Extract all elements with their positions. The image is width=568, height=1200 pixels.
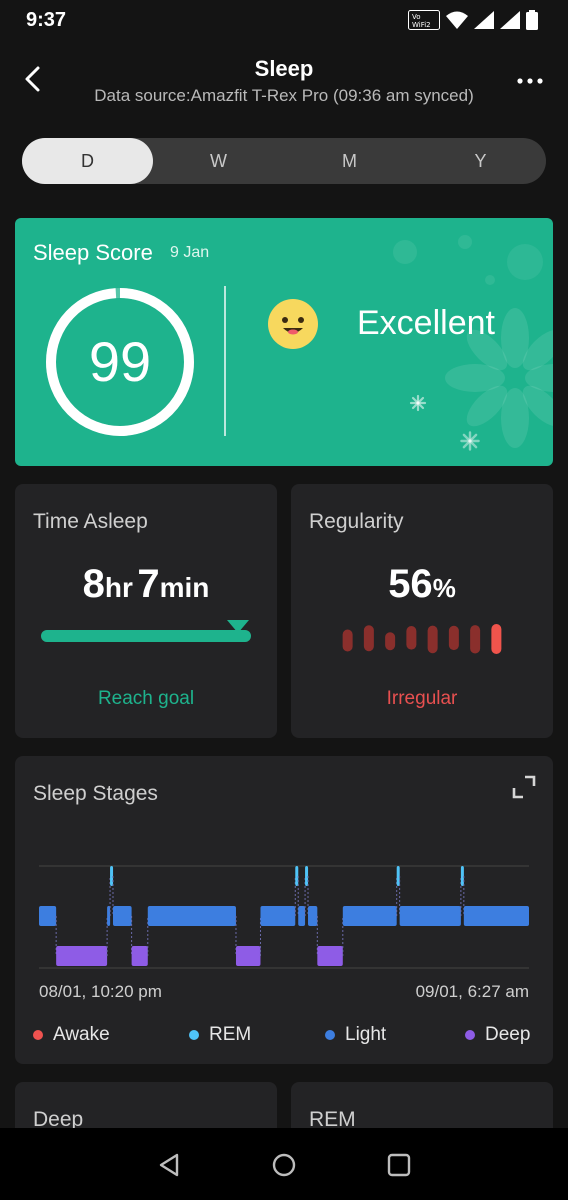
expand-icon[interactable] [511,774,537,800]
start-time-label: 08/01, 10:20 pm [39,982,162,1001]
sleep-score-title: Sleep Score [33,240,153,265]
stage-segment-deep [56,946,108,966]
regularity-number: 56 [388,562,433,606]
regularity-bar [385,632,396,651]
end-time-label: 09/01, 6:27 am [415,982,529,1001]
legend-label-light: Light [345,1024,387,1045]
regularity-bar [470,625,481,654]
nav-recents-icon[interactable] [386,1152,412,1178]
status-icons: Vo WiFi2 [408,10,538,30]
hours-value: 8 [82,562,105,606]
decorative-sparkle-icon [409,394,427,412]
svg-text:WiFi2: WiFi2 [412,21,431,29]
legend-rem: REM [189,1024,251,1046]
decorative-bubbles-icon [393,235,543,285]
regularity-title: Regularity [309,510,404,533]
happy-face-icon [268,299,318,349]
nav-back-icon[interactable] [156,1152,182,1178]
stage-segment-light [463,906,529,926]
stage-segment-deep [131,946,148,966]
goal-progress-fill [41,630,251,642]
goal-status: Reach goal [97,688,195,709]
sleep-score-value: 99 [88,330,152,393]
signal-icon [474,11,494,29]
regularity-bar [363,625,374,652]
wifi-calling-icon: VoWiFi2 [408,10,440,30]
legend-awake: Awake [33,1024,110,1046]
legend-dot-light [325,1030,335,1040]
stage-segment-light [260,906,296,926]
wifi-icon [446,11,468,29]
system-nav-bar [0,1128,568,1200]
stage-segment-light [308,906,318,926]
legend-label-awake: Awake [53,1024,110,1045]
regularity-status: Irregular [386,688,458,709]
sleep-score-card[interactable]: Sleep Score 9 Jan 99 Excellent [15,218,553,466]
stage-segment-light [342,906,397,926]
score-divider [224,286,226,436]
legend-dot-awake [33,1030,43,1040]
legend-label-deep: Deep [485,1024,531,1045]
stage-segment-light [147,906,236,926]
stage-segment-deep [235,946,261,966]
stage-segment-light [399,906,461,926]
hours-unit: hr [104,572,133,603]
sleep-score-date: 9 Jan [170,244,210,261]
goal-marker-icon [227,620,249,633]
regularity-bar [342,629,353,652]
more-options-icon[interactable] [516,76,544,86]
nav-home-icon[interactable] [271,1152,297,1178]
time-asleep-title: Time Asleep [33,510,148,533]
stage-legend: Awake REM Light Deep [15,1024,553,1048]
tab-month[interactable]: M [284,138,415,184]
regularity-bar [448,625,459,651]
regularity-bar [406,626,417,650]
stage-segment-light [39,906,57,926]
legend-label-rem: REM [209,1024,252,1045]
sleep-stages-title: Sleep Stages [33,782,158,805]
svg-text:Vo: Vo [412,13,421,21]
time-asleep-value: 8hr 7min [15,562,277,607]
regularity-bar [491,624,502,654]
stage-segment-light [112,906,132,926]
minutes-unit: min [159,572,210,603]
sleep-stage-chart [39,865,529,969]
page-title: Sleep [254,56,314,81]
status-bar: 9:37 Vo WiFi2 [0,0,568,42]
header: Sleep Data source:Amazfit T-Rex Pro (09:… [0,42,568,132]
stage-segment-light [298,906,306,926]
sleep-rating: Excellent [357,304,495,342]
sleep-stages-card[interactable]: Sleep Stages 08/01, 10:20 pm 09/01, 6:27… [15,756,553,1064]
regularity-bar [427,625,438,654]
legend-light: Light [325,1024,386,1046]
regularity-card[interactable]: Regularity 56% Irregular [291,484,553,738]
status-time: 9:37 [26,9,67,31]
data-source-subtitle: Data source:Amazfit T-Rex Pro (09:36 am … [94,86,474,105]
tab-year[interactable]: Y [415,138,546,184]
time-asleep-card[interactable]: Time Asleep 8hr 7min Reach goal [15,484,277,738]
legend-dot-deep [465,1030,475,1040]
period-selector: D W M Y [22,138,546,184]
stage-segment-deep [317,946,343,966]
minutes-value: 7 [137,562,160,606]
legend-deep: Deep [465,1024,530,1046]
tab-day[interactable]: D [22,138,153,184]
signal-icon-2 [500,11,520,29]
regularity-value: 56% [291,562,553,607]
battery-icon [526,10,538,30]
tab-week[interactable]: W [153,138,284,184]
regularity-unit: % [432,573,456,603]
decorative-sparkle-icon-2 [460,431,480,451]
regularity-bars [342,624,502,654]
legend-dot-rem [189,1030,199,1040]
goal-progress-track [41,630,251,642]
